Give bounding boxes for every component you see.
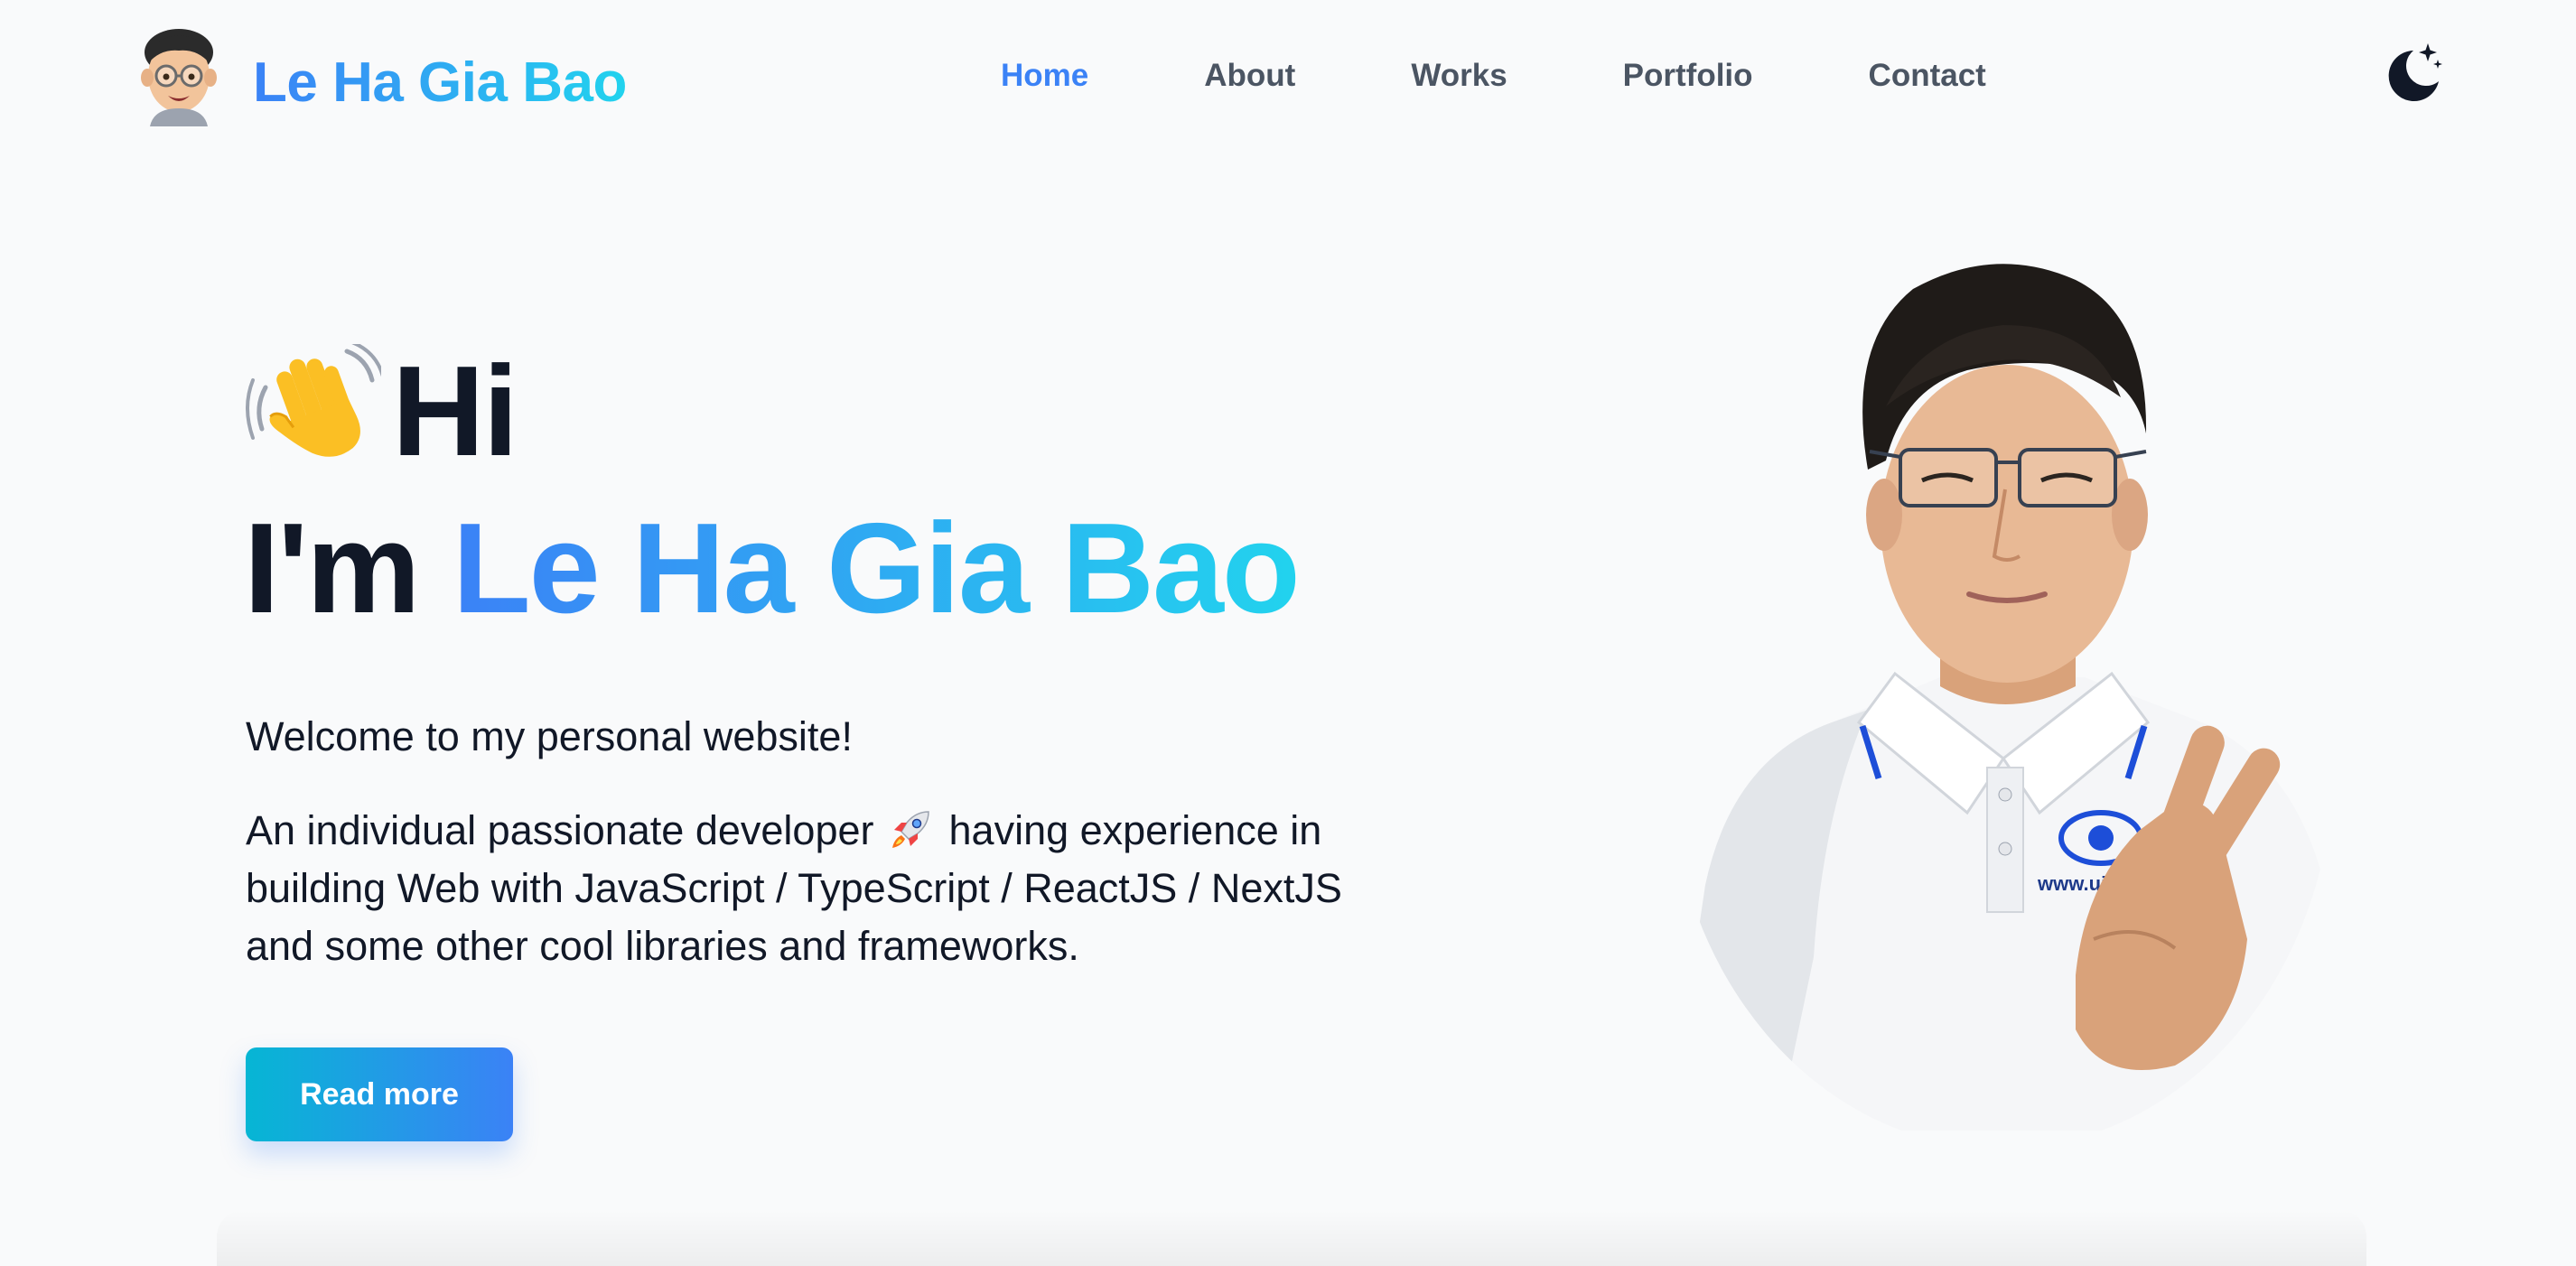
greeting-text: Hi (392, 340, 518, 483)
memoji-avatar-icon[interactable] (137, 25, 220, 126)
site-header: Le Ha Gia Bao Home About Works Portfolio… (0, 0, 2576, 154)
hero-greeting: Hi (246, 340, 518, 484)
waving-hand-icon (246, 344, 381, 457)
moon-stars-icon[interactable] (2386, 42, 2444, 103)
title-prefix: I'm (244, 497, 420, 640)
nav-item-contact[interactable]: Contact (1869, 51, 1986, 101)
next-section-edge (217, 1210, 2366, 1266)
profile-photo: www.uit.edu. (1669, 264, 2334, 1131)
intro-text-part-1: An individual passionate developer (246, 807, 874, 853)
nav-item-home[interactable]: Home (1001, 51, 1088, 101)
nav-item-about[interactable]: About (1204, 51, 1295, 101)
intro-text: An individual passionate developer havin… (246, 802, 1384, 975)
title-name: Le Ha Gia Bao (452, 497, 1301, 640)
main-nav: Home About Works Portfolio Contact (1001, 51, 1986, 101)
brand-name[interactable]: Le Ha Gia Bao (253, 45, 627, 121)
welcome-text: Welcome to my personal website! (246, 713, 853, 759)
page: Le Ha Gia Bao Home About Works Portfolio… (0, 0, 2576, 1266)
read-more-button[interactable]: Read more (246, 1047, 513, 1141)
rocket-icon (892, 811, 929, 848)
nav-item-works[interactable]: Works (1411, 51, 1507, 101)
hero-title: I'm Le Ha Gia Bao (244, 488, 1301, 650)
nav-item-portfolio[interactable]: Portfolio (1623, 51, 1753, 101)
